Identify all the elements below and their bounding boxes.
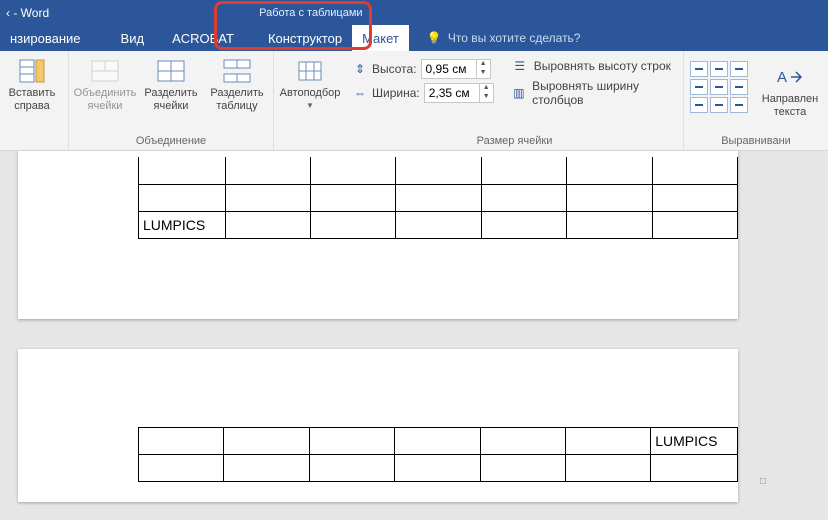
ribbon-tabs: нзирование Вид ACROBAT Конструктор Макет… <box>0 25 828 51</box>
document-table-2[interactable]: LUMPICS <box>138 427 738 482</box>
align-mid-right[interactable] <box>730 79 748 95</box>
page-1: LUMPICS <box>18 151 738 319</box>
tab-acrobat[interactable]: ACROBAT <box>162 25 244 51</box>
ribbon-group-alignment: A Направлентекста Выравнивани <box>684 51 828 150</box>
group-label-merge: Объединение <box>136 133 206 150</box>
table-row[interactable] <box>139 157 738 184</box>
col-width-field[interactable] <box>425 86 479 100</box>
merge-cells-button[interactable]: Объединитьячейки <box>75 55 135 112</box>
autofit-icon <box>296 57 324 85</box>
end-of-cell-mark: □ <box>760 476 766 487</box>
spin-down-icon[interactable]: ▼ <box>477 69 490 78</box>
app-title: ‹ - Word <box>0 6 49 20</box>
title-bar: ‹ - Word Работа с таблицами <box>0 0 828 25</box>
col-width-icon: ⇔ <box>352 86 368 100</box>
tab-table-design[interactable]: Конструктор <box>258 25 352 51</box>
ribbon-group-cell-size: ⇕ Высота: ▲▼ ⇔ Ширина: ▲▼ <box>346 51 684 150</box>
svg-text:A: A <box>777 69 787 86</box>
spin-up-icon[interactable]: ▲ <box>480 84 493 93</box>
align-mid-left[interactable] <box>690 79 708 95</box>
split-table-button[interactable]: Разделитьтаблицу <box>207 55 267 112</box>
row-height-field[interactable] <box>422 62 476 76</box>
text-direction-icon: A <box>775 63 805 91</box>
table-row[interactable] <box>139 184 738 211</box>
table-cell[interactable]: LUMPICS <box>651 427 738 454</box>
row-height-input[interactable]: ▲▼ <box>421 59 491 79</box>
align-top-left[interactable] <box>690 61 708 77</box>
align-top-right[interactable] <box>730 61 748 77</box>
tab-review[interactable]: нзирование <box>0 25 91 51</box>
table-cell[interactable]: LUMPICS <box>139 211 226 238</box>
document-area[interactable]: LUMPICS LUMPICS □ <box>0 151 828 520</box>
split-cells-icon <box>157 57 185 85</box>
distribute-cols-icon: ▥ <box>512 86 526 100</box>
cell-alignment-grid <box>690 61 748 113</box>
group-label-cell-size: Размер ячейки <box>477 133 553 150</box>
row-height-icon: ⇕ <box>352 62 368 76</box>
ribbon-group-merge: Объединитьячейки Разделитьячейки Раздели… <box>69 51 274 150</box>
split-cells-button[interactable]: Разделитьячейки <box>141 55 201 112</box>
width-label: Ширина: <box>372 86 420 100</box>
lightbulb-icon: 💡 <box>427 31 442 45</box>
distribute-rows-icon: ☰ <box>512 59 528 73</box>
tell-me-search[interactable]: 💡 Что вы хотите сделать? <box>427 25 581 51</box>
distribute-rows-button[interactable]: ☰ Выровнять высоту строк <box>512 59 677 73</box>
spin-down-icon[interactable]: ▼ <box>480 93 493 102</box>
split-table-icon <box>223 57 251 85</box>
group-label-alignment: Выравнивани <box>721 133 791 150</box>
tab-table-layout[interactable]: Макет <box>352 25 409 51</box>
align-bot-left[interactable] <box>690 97 708 113</box>
page-2: LUMPICS □ <box>18 349 738 502</box>
contextual-tab-group-label: Работа с таблицами <box>209 5 412 21</box>
merge-cells-icon <box>91 57 119 85</box>
distribute-cols-button[interactable]: ▥ Выровнять ширину столбцов <box>512 79 677 107</box>
document-table-1[interactable]: LUMPICS <box>138 157 738 239</box>
insert-right-button[interactable]: Вставитьсправа <box>2 55 62 112</box>
align-top-center[interactable] <box>710 61 728 77</box>
autofit-button[interactable]: Автоподбор ▼ <box>280 55 340 110</box>
tell-me-placeholder: Что вы хотите сделать? <box>448 31 581 45</box>
ribbon: Вставитьсправа Объединитьячейки Разделит… <box>0 51 828 151</box>
spin-up-icon[interactable]: ▲ <box>477 60 490 69</box>
align-mid-center[interactable] <box>710 79 728 95</box>
text-direction-button[interactable]: A Направлентекста <box>758 61 822 118</box>
height-label: Высота: <box>372 62 417 76</box>
group-label-rows-cols <box>30 133 33 150</box>
align-bot-right[interactable] <box>730 97 748 113</box>
table-row[interactable] <box>139 454 738 481</box>
tab-view[interactable]: Вид <box>111 25 155 51</box>
table-row[interactable]: LUMPICS <box>139 211 738 238</box>
insert-column-right-icon <box>19 57 45 85</box>
col-width-input[interactable]: ▲▼ <box>424 83 494 103</box>
table-row[interactable]: LUMPICS <box>139 427 738 454</box>
chevron-down-icon: ▼ <box>306 101 314 110</box>
align-bot-center[interactable] <box>710 97 728 113</box>
